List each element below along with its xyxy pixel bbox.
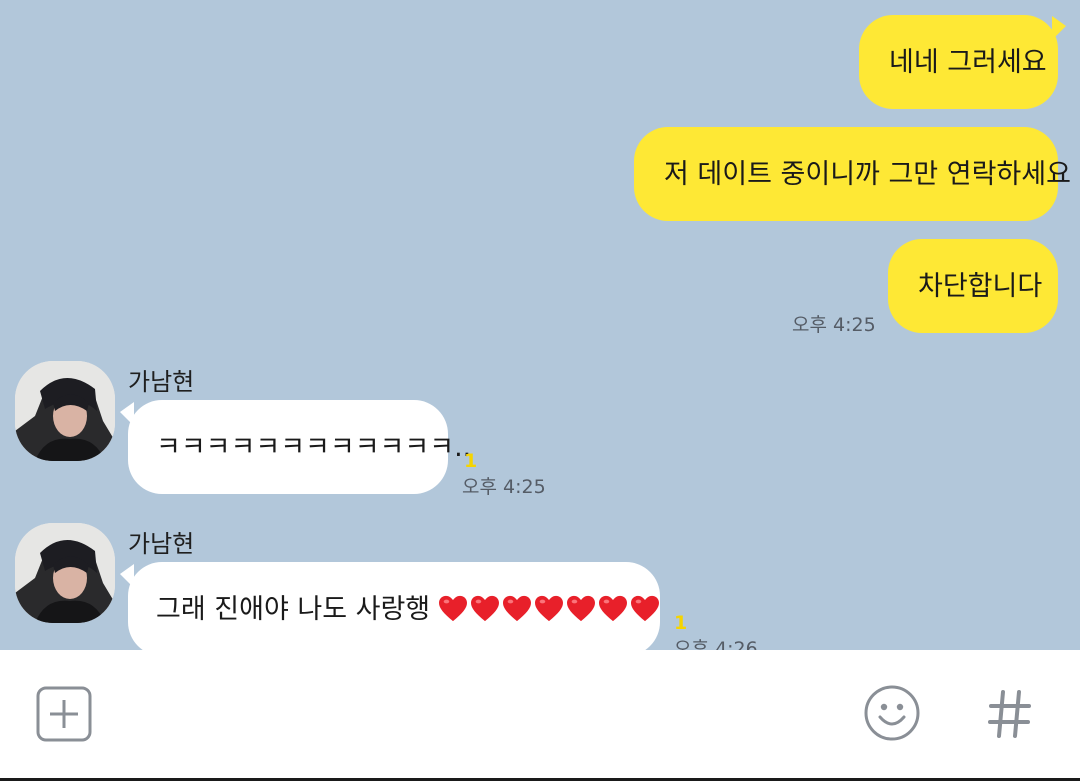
their-message-bubble[interactable]: ㅋㅋㅋㅋㅋㅋㅋㅋㅋㅋㅋㅋ.. [128,400,471,494]
my-message-bubble[interactable]: 네네 그러세요 [859,15,1058,109]
plus-icon [36,686,92,742]
message-text: ㅋㅋㅋㅋㅋㅋㅋㅋㅋㅋㅋㅋ.. [156,431,472,463]
sender-name: 가남현 [128,530,195,558]
heart-emoji [503,595,532,622]
my-message-bubble[interactable]: 저 데이트 중이니까 그만 연락하세요 [634,127,1071,221]
chat-area[interactable]: 네네 그러세요 저 데이트 중이니까 그만 연락하세요 차단합니다 오후 4:2… [0,0,1080,650]
emoji-icon [864,685,920,741]
hashtag-button[interactable] [985,686,1035,742]
heart-emoji [599,595,628,622]
input-bar [0,650,1080,781]
message-timestamp: 오후 4:25 [462,476,546,498]
heart-emoji [471,595,500,622]
emoji-button[interactable] [862,683,922,743]
unread-count: 1 [674,612,688,634]
heart-emoji [439,595,468,622]
message-text: 저 데이트 중이니까 그만 연락하세요 [664,158,1071,190]
message-text: 차단합니다 [918,270,1043,302]
message-timestamp: 오후 4:26 [674,638,758,650]
attach-button[interactable] [36,686,92,742]
heart-emoji [631,595,660,622]
bubble-tail [1052,16,1066,40]
unread-count: 1 [464,450,478,472]
avatar[interactable] [15,523,115,623]
avatar[interactable] [15,361,115,461]
message-timestamp: 오후 4:25 [792,314,876,336]
my-message-bubble[interactable]: 차단합니다 [888,239,1058,333]
hash-icon [988,690,1031,738]
message-text: 그래 진애야 나도 사랑행 [156,593,431,625]
avatar-image [15,361,115,461]
avatar-image [15,523,115,623]
sender-name: 가남현 [128,368,195,396]
heart-emoji [535,595,564,622]
their-message-bubble[interactable]: 그래 진애야 나도 사랑행 [128,562,660,650]
message-text: 네네 그러세요 [889,46,1047,78]
heart-emoji [567,595,596,622]
heart-emoji-group [438,595,660,623]
